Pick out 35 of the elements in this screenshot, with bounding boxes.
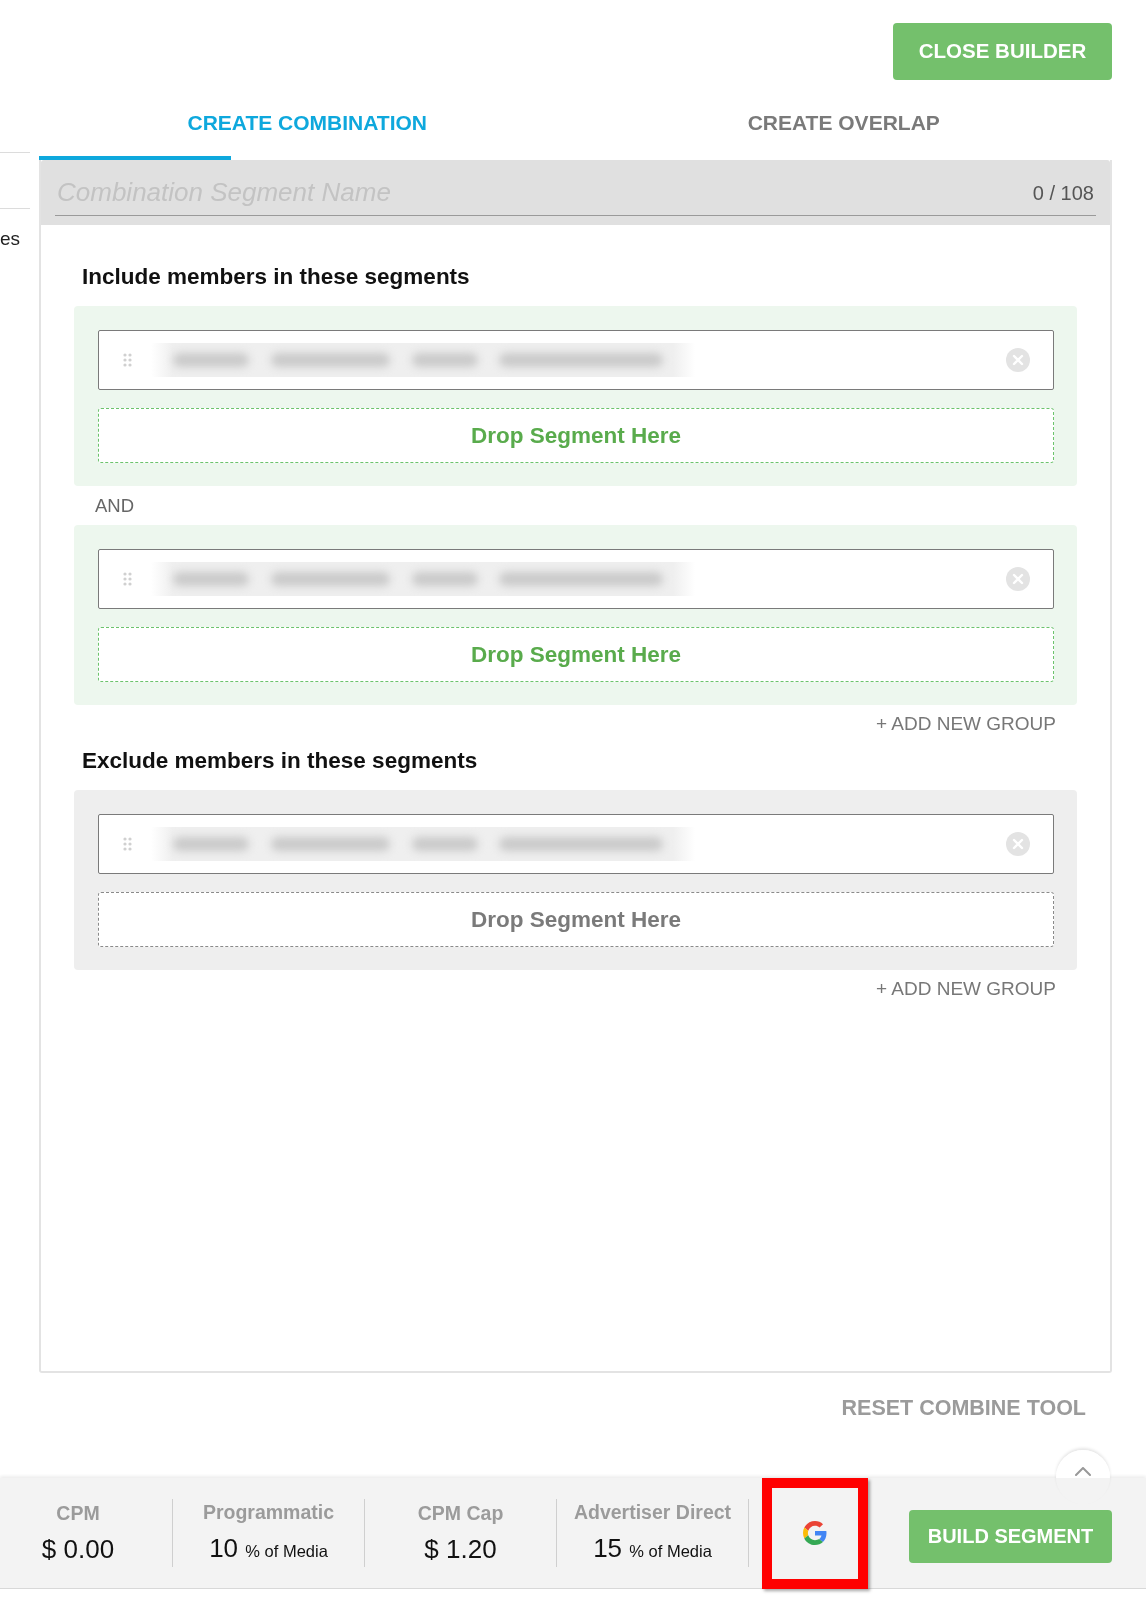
chevron-up-icon [1075, 1466, 1091, 1476]
stat-value: $ 0.00 [40, 1533, 116, 1565]
close-icon[interactable] [1006, 567, 1030, 591]
drop-zone: Drop Segment Here [98, 408, 1054, 463]
drag-handle-icon[interactable] [123, 837, 132, 851]
drag-handle-icon[interactable] [123, 572, 132, 586]
reset-combine-tool-button[interactable]: RESET COMBINE TOOL [841, 1395, 1086, 1421]
integration-button[interactable] [762, 1477, 868, 1589]
section-heading: Exclude members in these segments [81, 747, 479, 775]
stat-label: CPM [55, 1501, 101, 1525]
add-new-group-link[interactable]: + ADD NEW GROUP [876, 978, 1056, 999]
segment-chip[interactable] [98, 330, 1054, 390]
build-segment-button[interactable]: BUILD SEGMENT [909, 1509, 1112, 1563]
tab[interactable]: CREATE OVERLAP [575, 80, 1112, 160]
stat-label: CPM Cap [416, 1501, 505, 1525]
stat-value: 10 % of Media [208, 1531, 329, 1565]
add-new-group-link[interactable]: + ADD NEW GROUP [876, 713, 1056, 734]
drop-zone: Drop Segment Here [98, 892, 1054, 947]
and-label: AND [94, 494, 136, 518]
tab[interactable]: CREATE COMBINATION [39, 80, 576, 160]
segment-chip[interactable] [98, 549, 1054, 609]
character-counter: 0 / 108 [1032, 170, 1096, 216]
drop-zone: Drop Segment Here [98, 627, 1054, 682]
close-icon[interactable] [1006, 348, 1030, 372]
stat-label: Advertiser Direct [572, 1499, 733, 1524]
close-icon[interactable] [1006, 832, 1030, 856]
segment-chip[interactable] [98, 814, 1054, 874]
section-heading: Include members in these segments [81, 263, 471, 291]
close-builder-button[interactable]: CLOSE BUILDER [893, 23, 1112, 80]
stat-label: Programmatic [201, 1499, 336, 1524]
drag-handle-icon[interactable] [123, 353, 132, 367]
stat-value: $ 1.20 [423, 1533, 498, 1565]
cut-off-label: es [0, 228, 21, 250]
multicolor-g-icon [803, 1521, 827, 1545]
stat-value: 15 % of Media [592, 1531, 713, 1565]
